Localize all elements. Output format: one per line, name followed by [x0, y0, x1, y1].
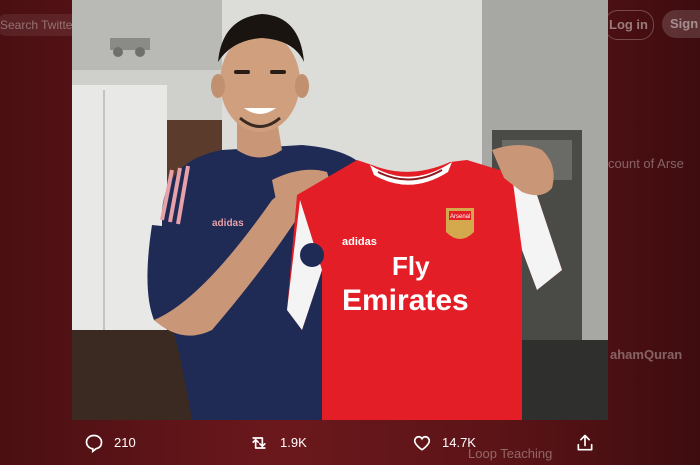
reply-icon: [85, 434, 103, 453]
shirt-sponsor-line1: Fly: [392, 251, 430, 281]
retweet-icon: [252, 436, 266, 449]
share-button[interactable]: [575, 420, 605, 465]
reply-button[interactable]: 210: [84, 420, 136, 465]
arsenal-shirt: adidas Arsenal Fly Emirates: [287, 160, 562, 420]
like-count: 14.7K: [442, 435, 476, 450]
background-login-button: Log in: [604, 10, 654, 40]
shirt-sponsor-line2: Emirates: [342, 284, 469, 317]
tee-brand-text: adidas: [212, 218, 244, 229]
tweet-photo[interactable]: adidas adidas Arsenal Fly Emirates: [72, 0, 608, 420]
background-handle-text: ahamQuran: [610, 347, 683, 362]
shirt-crest-text: Arsenal: [450, 214, 470, 220]
background-account-text: count of Arse: [608, 156, 684, 171]
share-icon: [577, 434, 593, 450]
reply-count: 210: [114, 435, 136, 450]
shirt-brand-text: adidas: [342, 236, 377, 248]
retweet-count: 1.9K: [280, 435, 307, 450]
like-button[interactable]: 14.7K: [412, 420, 476, 465]
tweet-action-bar: 210 1.9K 14.7K: [72, 420, 608, 465]
heart-icon: [413, 435, 431, 451]
background-search-box: Search Twitter: [0, 14, 80, 36]
background-signup-button: Sign up: [662, 10, 700, 38]
retweet-button[interactable]: 1.9K: [248, 420, 307, 465]
